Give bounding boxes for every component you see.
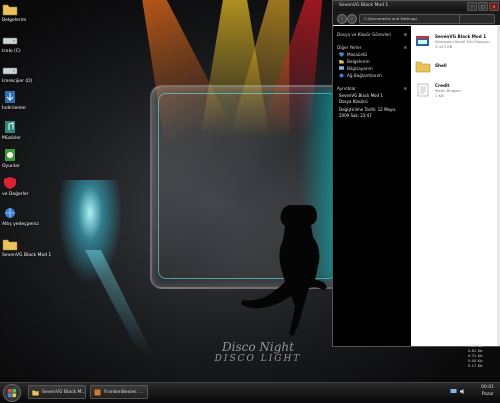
- theme-file-icon: [416, 36, 429, 46]
- explorer-body: Dosya ve Klasör Görevleri ⊕ Diğer Yerler…: [333, 26, 500, 346]
- sparkle-burst: [55, 180, 125, 290]
- desktop-icon: [339, 52, 344, 57]
- desktop-icon-label: Belgelerim: [2, 18, 27, 23]
- file-item[interactable]: SevenVG Black Mod 1 Windows Görsel Sitil…: [415, 34, 497, 49]
- file-item[interactable]: Credit Metin Belgesi 1 KB: [415, 83, 497, 98]
- folder-icon: [415, 61, 431, 73]
- desktop-icon-muzikler[interactable]: Müzikler: [2, 120, 32, 141]
- nav-link-desktop[interactable]: Masaüstü: [339, 52, 407, 57]
- file-size: 3.423 KB: [435, 44, 453, 49]
- desktop-icon-drive-c[interactable]: Icelo (C): [2, 33, 32, 54]
- app-icon: [94, 389, 101, 396]
- network-meter-gadget: 0.45 Kb 0.81 Kb 0.31 Kb 0.00 Kb 0.17 Kb: [468, 343, 498, 368]
- section-heading: Diğer Yerler: [337, 45, 362, 50]
- folder-icon: [32, 390, 39, 396]
- section-heading: Dosya ve Klasör Görevleri: [337, 32, 392, 37]
- detail-line: 2009 Salı, 23:47: [339, 112, 372, 118]
- computer-icon: [339, 66, 344, 70]
- documents-icon: [339, 60, 344, 64]
- desktop-icon-belgelerim[interactable]: Belgelerim: [2, 2, 32, 23]
- close-button[interactable]: ×: [489, 2, 499, 11]
- nav-link-documents[interactable]: Belgelerim: [339, 59, 407, 64]
- windows-logo-icon: [8, 389, 16, 397]
- file-item[interactable]: Shell: [415, 59, 497, 73]
- taskbar: SevenVG Black M... FrankenBexies ... 00:…: [0, 382, 500, 402]
- meter-line: 0.17 Kb: [468, 363, 483, 368]
- disco-night-logo: Disco Night DISCO LIGHT: [198, 340, 318, 380]
- nav-link-label: Bilgisayarım: [347, 66, 373, 71]
- task-section-other-places[interactable]: Diğer Yerler ⊖: [337, 45, 407, 50]
- file-info: SevenVG Black Mod 1 Windows Görsel Sitil…: [435, 34, 490, 49]
- task-section-file-tasks[interactable]: Dosya ve Klasör Görevleri ⊕: [337, 32, 407, 37]
- forward-button[interactable]: ›: [347, 14, 357, 24]
- text-file-icon: [417, 83, 429, 97]
- explorer-window[interactable]: SevenVG Black Mod 1 – □ × ‹ › C:\Documents…: [332, 0, 500, 347]
- desktop-icon-label: ve Değerler: [2, 192, 29, 197]
- minimize-button[interactable]: –: [467, 2, 477, 11]
- file-name: Shell: [435, 63, 447, 68]
- nav-link-label: Masaüstü: [347, 52, 368, 57]
- section-heading: Ayrıntılar: [337, 86, 356, 91]
- folder-icon: [2, 239, 18, 251]
- clock-day: Pazar: [481, 392, 494, 397]
- network-tray-icon[interactable]: [450, 388, 457, 395]
- file-list: SevenVG Black Mod 1 Windows Görsel Sitil…: [411, 26, 500, 346]
- desktop-icon-label: Müzikler: [2, 136, 21, 141]
- taskbar-button-app[interactable]: FrankenBexies ...: [90, 385, 148, 399]
- desktop-icon-degerler[interactable]: ve Değerler: [2, 176, 32, 197]
- drive-icon: [2, 67, 18, 75]
- disco-logo-title: Disco Night: [222, 340, 294, 354]
- desktop-icon-label: Icelo (C): [2, 49, 21, 54]
- disco-logo-subtitle: DISCO LIGHT: [214, 354, 302, 364]
- address-bar[interactable]: C:\Documents and Settings\: [359, 14, 461, 24]
- taskbar-button-label: FrankenBexies ...: [104, 390, 143, 395]
- clock-time[interactable]: 00:01: [481, 385, 494, 390]
- desktop-icon-label: SevenVG Black Mod 1: [2, 253, 52, 258]
- desktop-icon-label: Altış yedeçpeniz: [2, 222, 39, 227]
- explorer-toolbar: ‹ › C:\Documents and Settings\: [333, 11, 500, 25]
- system-tray: 00:01 Pazar: [450, 384, 498, 400]
- start-button[interactable]: [3, 384, 21, 402]
- collapse-icon[interactable]: ⊖: [403, 86, 407, 91]
- task-section-details[interactable]: Ayrıntılar ⊖: [337, 86, 407, 91]
- expand-icon[interactable]: ⊕: [403, 32, 407, 37]
- nav-link-label: Belgelerim: [347, 59, 370, 64]
- taskbar-button-explorer[interactable]: SevenVG Black M...: [28, 385, 86, 399]
- volume-icon[interactable]: [459, 388, 466, 395]
- explorer-titlebar[interactable]: SevenVG Black Mod 1 – □ ×: [333, 1, 500, 11]
- desktop-icon-drive-d[interactable]: Icerecijier (D): [2, 63, 32, 84]
- desktop-icon-label: Icerecijier (D): [2, 79, 33, 84]
- search-input[interactable]: [459, 14, 495, 24]
- file-info: Credit Metin Belgesi 1 KB: [435, 83, 461, 98]
- task-pane: Dosya ve Klasör Görevleri ⊕ Diğer Yerler…: [333, 26, 411, 346]
- desktop-icon-sevenvg[interactable]: SevenVG Black Mod 1: [2, 237, 52, 258]
- nav-link-label: Ağ Bağlantılarım: [347, 73, 382, 78]
- collapse-icon[interactable]: ⊖: [403, 45, 407, 50]
- woman-silhouette: [241, 205, 327, 336]
- back-button[interactable]: ‹: [337, 14, 347, 24]
- desktop-icon-indirilenler[interactable]: İndirilenler: [2, 90, 32, 111]
- folder-icon: [2, 4, 18, 16]
- network-icon: [5, 208, 15, 218]
- desktop-icon-label: İndirilenler: [2, 106, 27, 111]
- desktop-icon-oyunlar[interactable]: Oyunlar: [2, 148, 32, 169]
- drive-icon: [2, 37, 18, 45]
- network-icon: [339, 73, 344, 78]
- nav-link-network[interactable]: Ağ Bağlantılarım: [339, 73, 407, 78]
- nav-link-computer[interactable]: Bilgisayarım: [339, 66, 407, 71]
- taskbar-button-label: SevenVG Black M...: [42, 390, 86, 395]
- file-size: 1 KB: [435, 93, 444, 98]
- shield-icon: [4, 177, 16, 189]
- desktop-icon-network[interactable]: Altış yedeçpeniz: [2, 206, 39, 227]
- maximize-button[interactable]: □: [478, 2, 488, 11]
- window-title: SevenVG Black Mod 1: [339, 3, 389, 8]
- file-info: Shell: [435, 59, 447, 73]
- games-icon: [5, 149, 15, 161]
- music-icon: [5, 121, 15, 133]
- desktop-icon-label: Oyunlar: [2, 164, 20, 169]
- download-icon: [5, 91, 15, 103]
